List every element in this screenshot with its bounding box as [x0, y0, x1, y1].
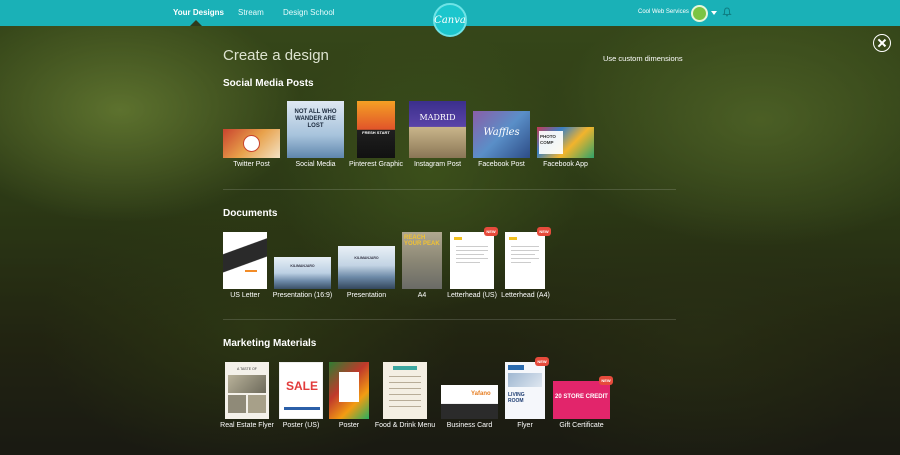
tile-label: Facebook Post: [478, 161, 525, 168]
new-badge: NEW: [599, 376, 613, 385]
tile-label: Social Media: [295, 161, 336, 168]
new-badge: NEW: [484, 227, 498, 236]
thumbnail: [505, 232, 545, 289]
tile-label: Facebook App: [543, 161, 588, 168]
tile-label: Business Card: [446, 422, 493, 429]
section-title-social: Social Media Posts: [223, 78, 314, 89]
page-title: Create a design: [223, 47, 329, 64]
canva-logo[interactable]: Canva: [433, 3, 467, 37]
new-badge: NEW: [537, 227, 551, 236]
active-nav-pointer: [190, 20, 202, 26]
tile-label: Poster: [338, 422, 360, 429]
top-bar: Your Designs Stream Design School Canva …: [0, 0, 900, 37]
thumbnail: MADRID: [409, 101, 466, 158]
thumbnail: KILIMANJARO: [274, 257, 331, 289]
thumbnail: LIVING ROOM: [505, 362, 545, 419]
tile-label: Pinterest Graphic: [348, 161, 404, 168]
thumbnail: [223, 232, 267, 289]
section-title-documents: Documents: [223, 208, 278, 219]
custom-dimensions-link[interactable]: Use custom dimensions: [603, 54, 683, 63]
new-badge: NEW: [535, 357, 549, 366]
tile-label: Twitter Post: [233, 161, 270, 168]
thumbnail: [329, 362, 369, 419]
section-title-marketing: Marketing Materials: [223, 338, 317, 349]
tile-label: Real Estate Flyer: [220, 422, 274, 429]
tile-label: Gift Certificate: [559, 422, 604, 429]
tile-label: Letterhead (A4): [501, 292, 550, 299]
thumbnail: SALE: [279, 362, 323, 419]
thumbnail: Waffles: [473, 111, 530, 158]
close-icon[interactable]: [873, 34, 891, 52]
thumbnail: [223, 129, 280, 158]
tile-label: Presentation (16:9): [272, 292, 333, 299]
thumbnail: 20 STORE CREDIT: [553, 381, 610, 419]
tile-label: Poster (US): [282, 422, 320, 429]
bell-icon[interactable]: [722, 7, 732, 17]
thumbnail: FRESH START: [357, 101, 395, 158]
thumbnail: [450, 232, 494, 289]
tile-label: Instagram Post: [413, 161, 462, 168]
tile-label: A4: [417, 292, 427, 299]
section-divider: [223, 189, 676, 190]
account-dropdown-icon[interactable]: [711, 11, 717, 15]
tile-label: Flyer: [517, 422, 533, 429]
nav-stream[interactable]: Stream: [238, 8, 264, 17]
thumbnail: PHOTO COMP: [537, 127, 594, 158]
thumbnail: A TASTE OF: [225, 362, 269, 419]
account-name[interactable]: Cool Web Services: [638, 9, 689, 15]
thumbnail: NOT ALL WHO WANDER ARE LOST: [287, 101, 344, 158]
tile-label: Food & Drink Menu: [374, 422, 436, 429]
tile-label: Letterhead (US): [447, 292, 497, 299]
section-divider: [223, 319, 676, 320]
nav-your-designs[interactable]: Your Designs: [173, 8, 224, 17]
tile-label: Presentation: [346, 292, 387, 299]
nav-design-school[interactable]: Design School: [283, 8, 335, 17]
avatar[interactable]: [691, 5, 708, 22]
thumbnail: KILIMANJARO: [338, 246, 395, 289]
thumbnail: REACH YOUR PEAK: [402, 232, 442, 289]
thumbnail: Yafano: [441, 385, 498, 419]
thumbnail: [383, 362, 427, 419]
